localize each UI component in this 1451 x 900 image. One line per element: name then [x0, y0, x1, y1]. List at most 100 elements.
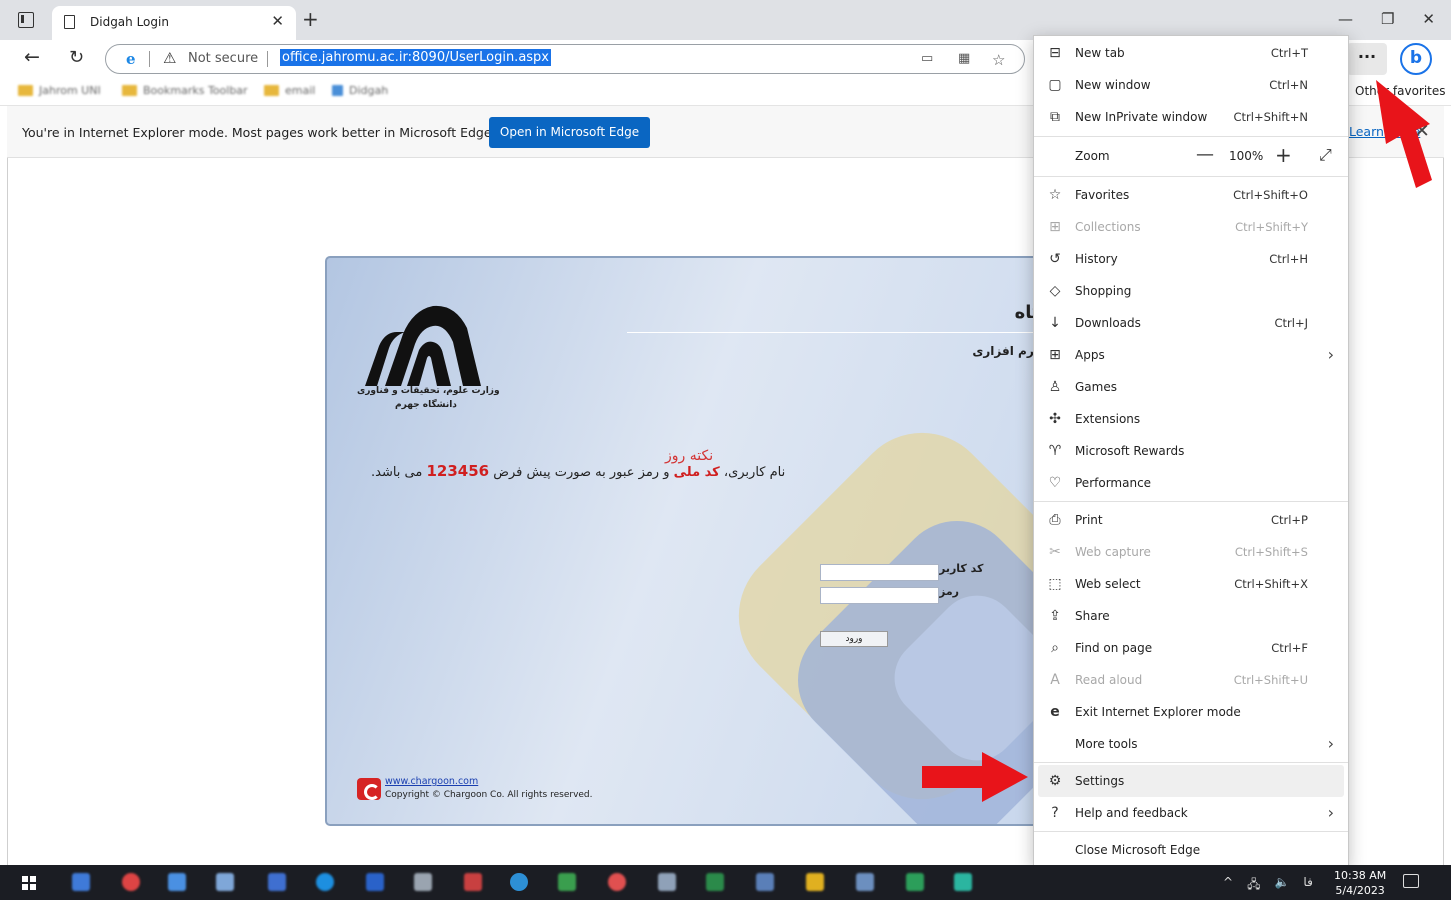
menu-item-rewards[interactable]: ♈ Microsoft Rewards: [1034, 435, 1348, 467]
fullscreen-icon[interactable]: ⤢: [1319, 145, 1332, 165]
not-secure-label[interactable]: Not secure: [188, 51, 258, 66]
windows-start-icon[interactable]: [22, 876, 36, 890]
favorite-link[interactable]: Didgah: [332, 84, 388, 97]
open-in-edge-button[interactable]: Open in Microsoft Edge: [489, 117, 650, 148]
taskbar-app-icon[interactable]: [558, 873, 576, 891]
menu-item-shortcut: Ctrl+Shift+Y: [1235, 220, 1308, 234]
menu-item-shortcut: Ctrl+N: [1269, 78, 1308, 92]
restore-button[interactable]: ❐: [1381, 10, 1394, 28]
taskbar-app-icon[interactable]: [414, 873, 432, 891]
password-input[interactable]: [820, 587, 939, 604]
address-bar[interactable]: e ⚠ Not secure office.jahromu.ac.ir:8090…: [105, 44, 1025, 74]
favorite-folder[interactable]: email: [264, 84, 315, 97]
username-input[interactable]: [820, 564, 939, 581]
menu-item-new-window[interactable]: ▢ New window Ctrl+N: [1034, 69, 1348, 101]
taskbar-app-icon[interactable]: [608, 873, 626, 891]
menu-item-label: New window: [1075, 78, 1151, 92]
folder-icon: [122, 85, 137, 96]
clock[interactable]: 10:38 AM 5/4/2023: [1334, 868, 1386, 898]
taskbar-app-icon[interactable]: [658, 873, 676, 891]
edge-taskbar-icon[interactable]: [510, 873, 528, 891]
back-button[interactable]: ←: [24, 46, 40, 68]
web-capture-icon: ✂: [1049, 544, 1061, 560]
tab-close-icon[interactable]: ✕: [271, 12, 284, 30]
extensions-icon: ✣: [1049, 411, 1061, 427]
menu-item-read-aloud[interactable]: A Read aloud Ctrl+Shift+U: [1034, 664, 1348, 696]
window-controls: — ❐ ✕: [1338, 10, 1435, 28]
ie-mode-icon[interactable]: e: [126, 50, 136, 68]
favorite-label: email: [285, 84, 316, 97]
menu-item-new-inprivate[interactable]: ⧉ New InPrivate window Ctrl+Shift+N: [1034, 101, 1348, 133]
taskbar-app-icon[interactable]: [122, 873, 140, 891]
language-indicator[interactable]: فا: [1303, 875, 1312, 896]
volume-icon[interactable]: 🔈: [1274, 875, 1289, 896]
taskbar-app-icon[interactable]: [906, 873, 924, 891]
browser-tab[interactable]: Didgah Login ✕: [52, 6, 296, 40]
chevron-up-icon[interactable]: ^: [1223, 875, 1233, 896]
menu-item-shortcut: Ctrl+Shift+N: [1233, 110, 1308, 124]
menu-item-exit-ie-mode[interactable]: e Exit Internet Explorer mode: [1034, 696, 1348, 728]
minimize-button[interactable]: —: [1338, 10, 1353, 28]
add-favorite-icon[interactable]: ☆: [992, 51, 1005, 69]
taskbar-app-icon[interactable]: [268, 873, 286, 891]
menu-item-settings[interactable]: ⚙ Settings: [1038, 765, 1344, 797]
taskbar-app-icon[interactable]: [316, 873, 334, 891]
menu-item-favorites[interactable]: ☆ Favorites Ctrl+Shift+O: [1034, 179, 1348, 211]
tab-actions-icon[interactable]: [18, 12, 34, 28]
site-icon: [332, 85, 343, 96]
close-window-button[interactable]: ✕: [1422, 10, 1435, 28]
menu-item-shopping[interactable]: ◇ Shopping: [1034, 275, 1348, 307]
menu-item-help-feedback[interactable]: ? Help and feedback ›: [1034, 797, 1348, 829]
settings-and-more-button[interactable]: ···: [1347, 43, 1387, 75]
menu-item-downloads[interactable]: ↓ Downloads Ctrl+J: [1034, 307, 1348, 339]
menu-item-new-tab[interactable]: ⊟ New tab Ctrl+T: [1034, 37, 1348, 69]
taskbar-app-icon[interactable]: [464, 873, 482, 891]
menu-item-history[interactable]: ↺ History Ctrl+H: [1034, 243, 1348, 275]
menu-item-more-tools[interactable]: More tools ›: [1034, 728, 1348, 760]
menu-item-games[interactable]: ♙ Games: [1034, 371, 1348, 403]
menu-item-label: Apps: [1075, 348, 1105, 362]
app-available-icon[interactable]: ▭: [921, 51, 933, 66]
ie-mode-icon: e: [1050, 704, 1060, 720]
zoom-out-button[interactable]: —: [1196, 144, 1214, 165]
taskbar-app-icon[interactable]: [756, 873, 774, 891]
chargoon-link[interactable]: www.chargoon.com: [385, 776, 478, 787]
menu-item-share[interactable]: ⇪ Share: [1034, 600, 1348, 632]
taskbar-app-icon[interactable]: [954, 873, 972, 891]
menu-item-print[interactable]: ⎙ Print Ctrl+P: [1034, 504, 1348, 536]
url-text[interactable]: office.jahromu.ac.ir:8090/UserLogin.aspx: [280, 49, 552, 66]
warning-icon[interactable]: ⚠: [163, 49, 176, 67]
menu-item-close-edge[interactable]: Close Microsoft Edge: [1034, 834, 1348, 866]
taskbar-app-icon[interactable]: [856, 873, 874, 891]
reload-button[interactable]: ↻: [69, 47, 84, 68]
notification-icon[interactable]: [1403, 874, 1419, 888]
network-icon[interactable]: 🖧: [1247, 875, 1260, 896]
menu-item-extensions[interactable]: ✣ Extensions: [1034, 403, 1348, 435]
zoom-in-button[interactable]: +: [1275, 143, 1292, 167]
taskbar-app-icon[interactable]: [216, 873, 234, 891]
menu-item-performance[interactable]: ♡ Performance: [1034, 467, 1348, 499]
favorite-folder[interactable]: Bookmarks Toolbar: [122, 84, 248, 97]
taskbar-app-icon[interactable]: [366, 873, 384, 891]
taskbar-app-icon[interactable]: [168, 873, 186, 891]
menu-item-web-select[interactable]: ⬚ Web select Ctrl+Shift+X: [1034, 568, 1348, 600]
login-button[interactable]: ورود: [820, 631, 888, 647]
menu-item-label: Performance: [1075, 476, 1152, 490]
menu-item-collections[interactable]: ⊞ Collections Ctrl+Shift+Y: [1034, 211, 1348, 243]
menu-item-find-on-page[interactable]: ⌕ Find on page Ctrl+F: [1034, 632, 1348, 664]
qr-code-icon[interactable]: ▦: [958, 51, 970, 66]
taskbar-app-icon[interactable]: [72, 873, 90, 891]
menu-item-label: Share: [1075, 609, 1110, 623]
menu-item-apps[interactable]: ⊞ Apps ›: [1034, 339, 1348, 371]
taskbar-app-icon[interactable]: [806, 873, 824, 891]
favorite-folder[interactable]: Jahrom UNI: [18, 84, 101, 97]
apps-icon: ⊞: [1049, 347, 1061, 363]
menu-item-shortcut: Ctrl+Shift+X: [1234, 577, 1308, 591]
bing-chat-icon[interactable]: b: [1400, 43, 1432, 75]
new-tab-button[interactable]: +: [302, 7, 319, 31]
find-icon: ⌕: [1051, 640, 1059, 656]
tab-title: Didgah Login: [90, 15, 169, 29]
username-label: کد کاربر: [939, 562, 984, 575]
taskbar-app-icon[interactable]: [706, 873, 724, 891]
menu-item-web-capture[interactable]: ✂ Web capture Ctrl+Shift+S: [1034, 536, 1348, 568]
